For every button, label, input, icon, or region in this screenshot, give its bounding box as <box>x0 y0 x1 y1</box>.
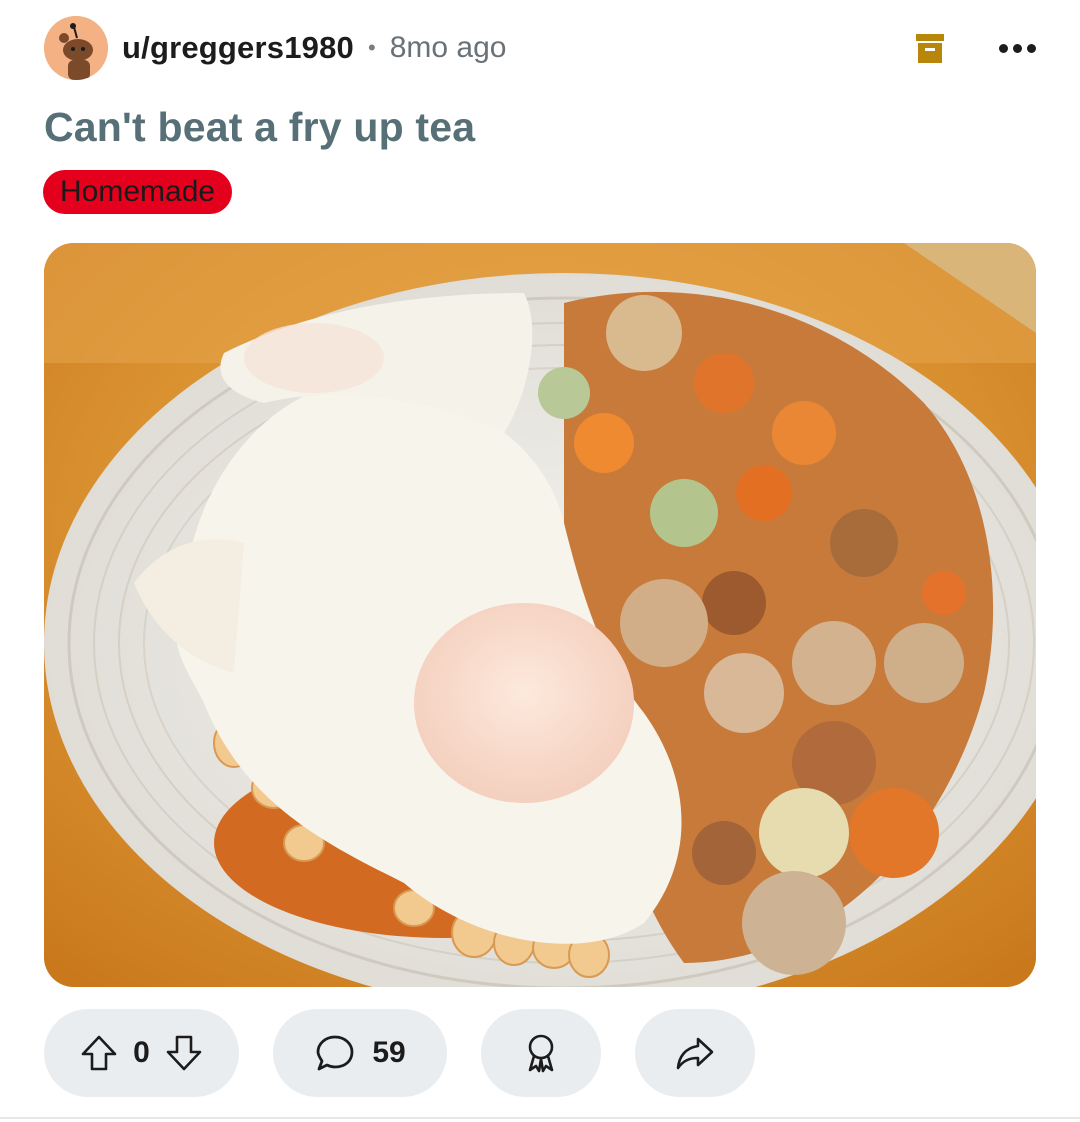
comments-button[interactable]: 59 <box>273 1009 447 1097</box>
post-age: 8mo ago <box>389 31 507 64</box>
share-button[interactable] <box>635 1009 755 1097</box>
archive-icon[interactable] <box>915 31 945 65</box>
more-options-icon[interactable] <box>999 40 1036 57</box>
award-icon <box>528 1034 554 1073</box>
comment-count: 59 <box>372 1036 406 1069</box>
share-icon <box>676 1037 714 1070</box>
post-image[interactable] <box>44 243 1036 987</box>
post-title[interactable]: Can't beat a fry up tea <box>44 104 475 151</box>
meta-separator: • <box>367 35 376 60</box>
downvote-icon[interactable] <box>164 1033 204 1073</box>
vote-score: 0 <box>133 1036 150 1069</box>
avatar[interactable] <box>44 16 108 80</box>
divider <box>0 1117 1080 1119</box>
post-actions: 0 59 <box>44 1009 755 1097</box>
food-photo <box>44 243 1036 987</box>
avatar-icon <box>44 16 108 80</box>
award-button[interactable] <box>481 1009 601 1097</box>
vote-control: 0 <box>44 1009 239 1097</box>
comment-icon <box>316 1035 354 1071</box>
flair-badge[interactable]: Homemade <box>43 170 233 214</box>
post-header: u/greggers1980 • 8mo ago <box>44 16 1036 80</box>
upvote-icon[interactable] <box>79 1033 119 1073</box>
author-name[interactable]: u/greggers1980 <box>122 30 354 66</box>
